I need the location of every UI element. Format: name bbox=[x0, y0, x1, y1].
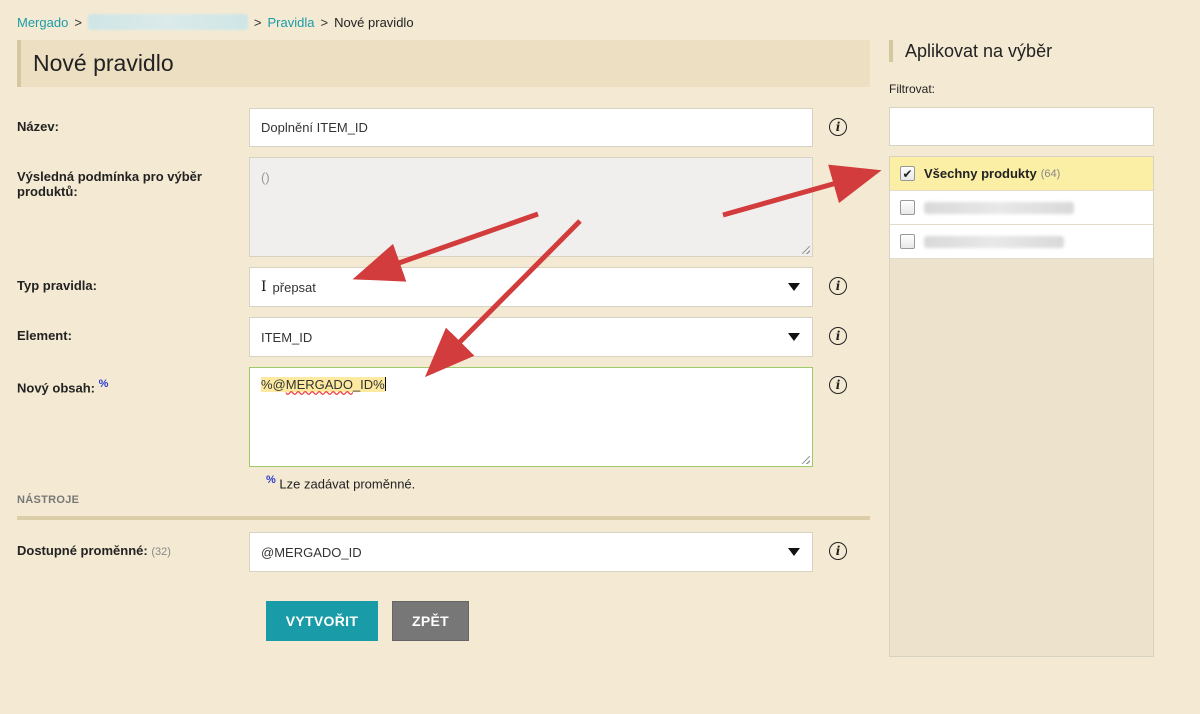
name-input-value: Doplnění ITEM_ID bbox=[261, 120, 368, 135]
condition-value: () bbox=[261, 170, 270, 185]
variables-info-icon[interactable]: i bbox=[829, 542, 847, 560]
selection-tree: ✔ Všechny produkty (64) bbox=[889, 156, 1154, 657]
variables-hint-text: Lze zadávat proměnné. bbox=[279, 476, 416, 492]
chevron-down-icon bbox=[788, 283, 800, 291]
filter-label: Filtrovat: bbox=[889, 82, 936, 96]
resize-handle-icon[interactable] bbox=[802, 456, 810, 464]
new-content-label-text: Nový obsah: bbox=[17, 380, 96, 396]
variables-hint-marker: % bbox=[266, 474, 276, 486]
variables-count: (32) bbox=[151, 546, 171, 558]
condition-label: Výsledná podmínka pro výběr produktů: bbox=[17, 169, 202, 199]
rule-type-select[interactable]: I přepsat bbox=[249, 267, 813, 307]
tree-item-redacted[interactable] bbox=[890, 191, 1153, 225]
new-content-textarea[interactable]: %@MERGADO_ID% bbox=[249, 367, 813, 467]
element-info-icon[interactable]: i bbox=[829, 327, 847, 345]
variables-label: Dostupné proměnné: (32) bbox=[17, 543, 171, 560]
filter-input[interactable] bbox=[889, 107, 1154, 146]
rule-type-value: přepsat bbox=[272, 279, 316, 295]
variables-value: @MERGADO_ID bbox=[261, 544, 362, 560]
variables-allowed-marker: % bbox=[98, 378, 109, 390]
breadcrumb-redacted-link[interactable] bbox=[87, 14, 248, 30]
element-label: Element: bbox=[17, 328, 72, 343]
breadcrumb: Mergado > > Pravidla > Nové pravidlo bbox=[17, 14, 414, 30]
breadcrumb-separator: > bbox=[74, 14, 82, 30]
tools-section-label: NÁSTROJE bbox=[17, 494, 80, 506]
tree-item-redacted[interactable] bbox=[890, 225, 1153, 259]
text-cursor-icon: I bbox=[261, 279, 267, 295]
breadcrumb-separator: > bbox=[253, 14, 262, 30]
condition-textarea: () bbox=[249, 157, 813, 257]
breadcrumb-current: Nové pravidlo bbox=[334, 14, 414, 30]
checkbox-checked-icon[interactable]: ✔ bbox=[900, 166, 915, 181]
rule-type-info-icon[interactable]: i bbox=[829, 277, 847, 295]
breadcrumb-rules-link[interactable]: Pravidla bbox=[268, 15, 315, 30]
variables-select[interactable]: @MERGADO_ID bbox=[249, 532, 813, 572]
tools-divider bbox=[17, 516, 870, 520]
breadcrumb-separator: > bbox=[320, 14, 329, 30]
selection-panel-title: Aplikovat na výběr bbox=[889, 40, 1052, 62]
create-button[interactable]: VYTVOŘIT bbox=[266, 601, 378, 641]
chevron-down-icon bbox=[788, 548, 800, 556]
name-info-icon[interactable]: i bbox=[829, 118, 847, 136]
tree-item-count: (64) bbox=[1040, 167, 1061, 180]
variables-label-text: Dostupné proměnné: bbox=[17, 543, 148, 558]
checkbox-icon[interactable] bbox=[900, 234, 915, 249]
name-input[interactable]: Doplnění ITEM_ID bbox=[249, 108, 813, 147]
new-content-value-word: MERGADO bbox=[285, 377, 353, 392]
new-content-label: Nový obsah: % bbox=[17, 377, 108, 395]
tree-item-label: Všechny produkty bbox=[924, 166, 1037, 181]
text-caret bbox=[384, 377, 386, 391]
redacted-text bbox=[924, 235, 1064, 248]
new-content-value-suffix: _ID% bbox=[352, 377, 385, 392]
rule-type-label: Typ pravidla: bbox=[17, 278, 97, 293]
variables-hint: % Lze zadávat proměnné. bbox=[266, 474, 415, 491]
redacted-text bbox=[924, 201, 1074, 214]
tree-item-all-products[interactable]: ✔ Všechny produkty (64) bbox=[890, 157, 1153, 191]
new-content-value-prefix: %@ bbox=[261, 377, 286, 392]
element-select[interactable]: ITEM_ID bbox=[249, 317, 813, 357]
checkbox-icon[interactable] bbox=[900, 200, 915, 215]
resize-handle-icon[interactable] bbox=[802, 246, 810, 254]
new-content-info-icon[interactable]: i bbox=[829, 376, 847, 394]
new-content-value: %@MERGADO_ID% bbox=[261, 377, 385, 392]
page-title: Nové pravidlo bbox=[17, 40, 870, 87]
breadcrumb-mergado-link[interactable]: Mergado bbox=[17, 15, 68, 30]
element-value: ITEM_ID bbox=[261, 329, 313, 345]
back-button[interactable]: ZPĚT bbox=[392, 601, 469, 641]
name-label: Název: bbox=[17, 119, 59, 134]
chevron-down-icon bbox=[788, 333, 800, 341]
